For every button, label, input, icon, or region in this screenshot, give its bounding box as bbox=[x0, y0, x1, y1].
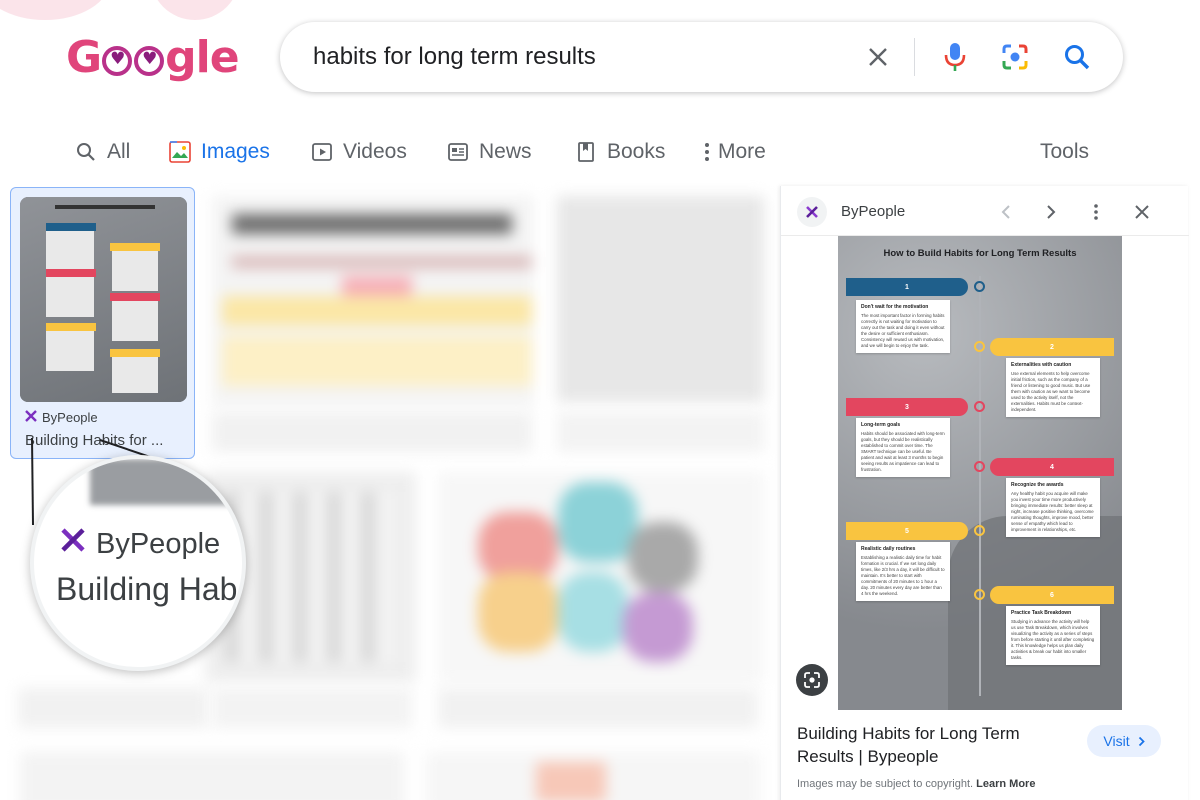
chevron-right-icon bbox=[1138, 736, 1145, 747]
step-card: Long-term goals Habits should be associa… bbox=[856, 418, 950, 477]
step-card: Realistic daily routines Establishing a … bbox=[856, 542, 950, 601]
timeline-dot bbox=[974, 341, 985, 352]
preview-image[interactable]: How to Build Habits for Long Term Result… bbox=[838, 236, 1122, 710]
play-icon bbox=[310, 140, 334, 164]
result-thumbnail bbox=[20, 197, 187, 402]
tab-books[interactable]: Books bbox=[574, 134, 665, 170]
tab-more[interactable]: More bbox=[700, 134, 766, 170]
selected-result-card[interactable]: ByPeople Building Habits for ... bbox=[10, 187, 195, 459]
result-caption-blurred bbox=[557, 412, 764, 452]
result-source: ByPeople bbox=[25, 410, 98, 425]
tab-news[interactable]: News bbox=[446, 134, 532, 170]
book-icon bbox=[574, 140, 598, 164]
result-thumb-blurred[interactable] bbox=[20, 752, 404, 800]
chevron-right-icon[interactable] bbox=[1038, 199, 1064, 225]
result-source-name: ByPeople bbox=[42, 410, 98, 425]
tab-label: News bbox=[479, 140, 532, 163]
result-caption-blurred bbox=[438, 688, 758, 728]
panel-site-name[interactable]: ByPeople bbox=[841, 203, 905, 220]
result-title: Building Habits for ... bbox=[25, 432, 164, 449]
microphone-icon[interactable] bbox=[937, 39, 973, 75]
step-ribbon: 5 bbox=[846, 522, 968, 540]
tab-label: All bbox=[107, 140, 131, 163]
step-ribbon: 4 bbox=[990, 458, 1114, 476]
bypeople-logo-icon bbox=[797, 197, 827, 227]
google-images-page: G gle bbox=[0, 0, 1200, 800]
search-divider bbox=[914, 38, 915, 76]
step-ribbon: 6 bbox=[990, 586, 1114, 604]
step-card: Practice Task Breakdown Studying in adva… bbox=[1006, 606, 1100, 665]
magnified-source: ByPeople bbox=[60, 527, 220, 561]
magnified-source-name: ByPeople bbox=[96, 527, 221, 560]
result-caption-blurred bbox=[18, 688, 208, 728]
more-vert-icon bbox=[700, 140, 714, 164]
timeline-dot bbox=[974, 525, 985, 536]
bypeople-logo-icon bbox=[25, 410, 37, 425]
learn-more-link[interactable]: Learn More bbox=[976, 778, 1035, 790]
timeline-dot bbox=[974, 401, 985, 412]
result-caption-blurred bbox=[212, 688, 412, 728]
step-card: Recognize the awards Any healthy habit y… bbox=[1006, 478, 1100, 537]
search-icon[interactable] bbox=[1059, 39, 1095, 75]
copyright-notice: Images may be subject to copyright. Lear… bbox=[797, 778, 1035, 790]
tab-label: Videos bbox=[343, 140, 407, 163]
result-thumb-blurred[interactable] bbox=[212, 196, 534, 406]
newspaper-icon bbox=[446, 140, 470, 164]
visit-label: Visit bbox=[1103, 733, 1130, 749]
result-thumb-blurred[interactable] bbox=[438, 472, 764, 682]
visit-button[interactable]: Visit bbox=[1087, 725, 1161, 757]
panel-result-title[interactable]: Building Habits for Long Term Results | … bbox=[797, 722, 1057, 768]
search-input[interactable] bbox=[313, 43, 833, 71]
step-ribbon: 1 bbox=[846, 278, 968, 296]
image-icon bbox=[168, 140, 192, 164]
result-caption-blurred bbox=[212, 412, 532, 452]
tools-button[interactable]: Tools bbox=[1040, 134, 1089, 170]
tab-all[interactable]: All bbox=[74, 134, 130, 170]
tab-images[interactable]: Images bbox=[168, 134, 270, 170]
close-icon[interactable] bbox=[860, 39, 896, 75]
copyright-text: Images may be subject to copyright. bbox=[797, 778, 974, 790]
google-doodle-logo[interactable]: G gle bbox=[66, 30, 240, 84]
timeline-dot bbox=[974, 589, 985, 600]
logo-letter-g: G bbox=[66, 31, 102, 83]
infographic-title: How to Build Habits for Long Term Result… bbox=[883, 248, 1077, 259]
close-icon[interactable] bbox=[1129, 199, 1155, 225]
timeline-dot bbox=[974, 461, 985, 472]
result-thumb-blurred[interactable] bbox=[557, 196, 764, 402]
step-ribbon: 2 bbox=[990, 338, 1114, 356]
tab-label: Images bbox=[201, 140, 270, 163]
doodle-shape-left bbox=[0, 0, 110, 20]
step-card: Externalities with caution Use external … bbox=[1006, 358, 1100, 417]
more-vert-icon[interactable] bbox=[1083, 199, 1109, 225]
result-thumb-blurred[interactable] bbox=[426, 752, 760, 800]
tab-videos[interactable]: Videos bbox=[310, 134, 407, 170]
logo-heart-o bbox=[134, 46, 165, 76]
tab-label: Books bbox=[607, 140, 666, 163]
infographic-timeline bbox=[979, 276, 981, 696]
search-icon bbox=[74, 140, 98, 164]
camera-lens-icon[interactable] bbox=[997, 39, 1033, 75]
search-box bbox=[280, 22, 1123, 92]
panel-header: ByPeople bbox=[781, 186, 1189, 236]
tab-label: More bbox=[718, 140, 766, 163]
bypeople-logo-icon bbox=[60, 527, 86, 561]
timeline-dot bbox=[974, 281, 985, 292]
lens-search-icon[interactable] bbox=[796, 664, 828, 696]
logo-heart-o bbox=[102, 46, 133, 76]
step-card: Don't wait for the motivation The most i… bbox=[856, 300, 950, 353]
logo-letters-gle: gle bbox=[165, 31, 239, 83]
image-preview-panel: ByPeople How to Build Habits for Long Te… bbox=[780, 186, 1189, 800]
step-ribbon: 3 bbox=[846, 398, 968, 416]
magnifier-zoom: ByPeople Building Hab bbox=[30, 455, 246, 671]
magnified-title: Building Hab bbox=[56, 571, 238, 607]
chevron-left-icon[interactable] bbox=[993, 199, 1019, 225]
doodle-shape-right bbox=[150, 0, 240, 20]
